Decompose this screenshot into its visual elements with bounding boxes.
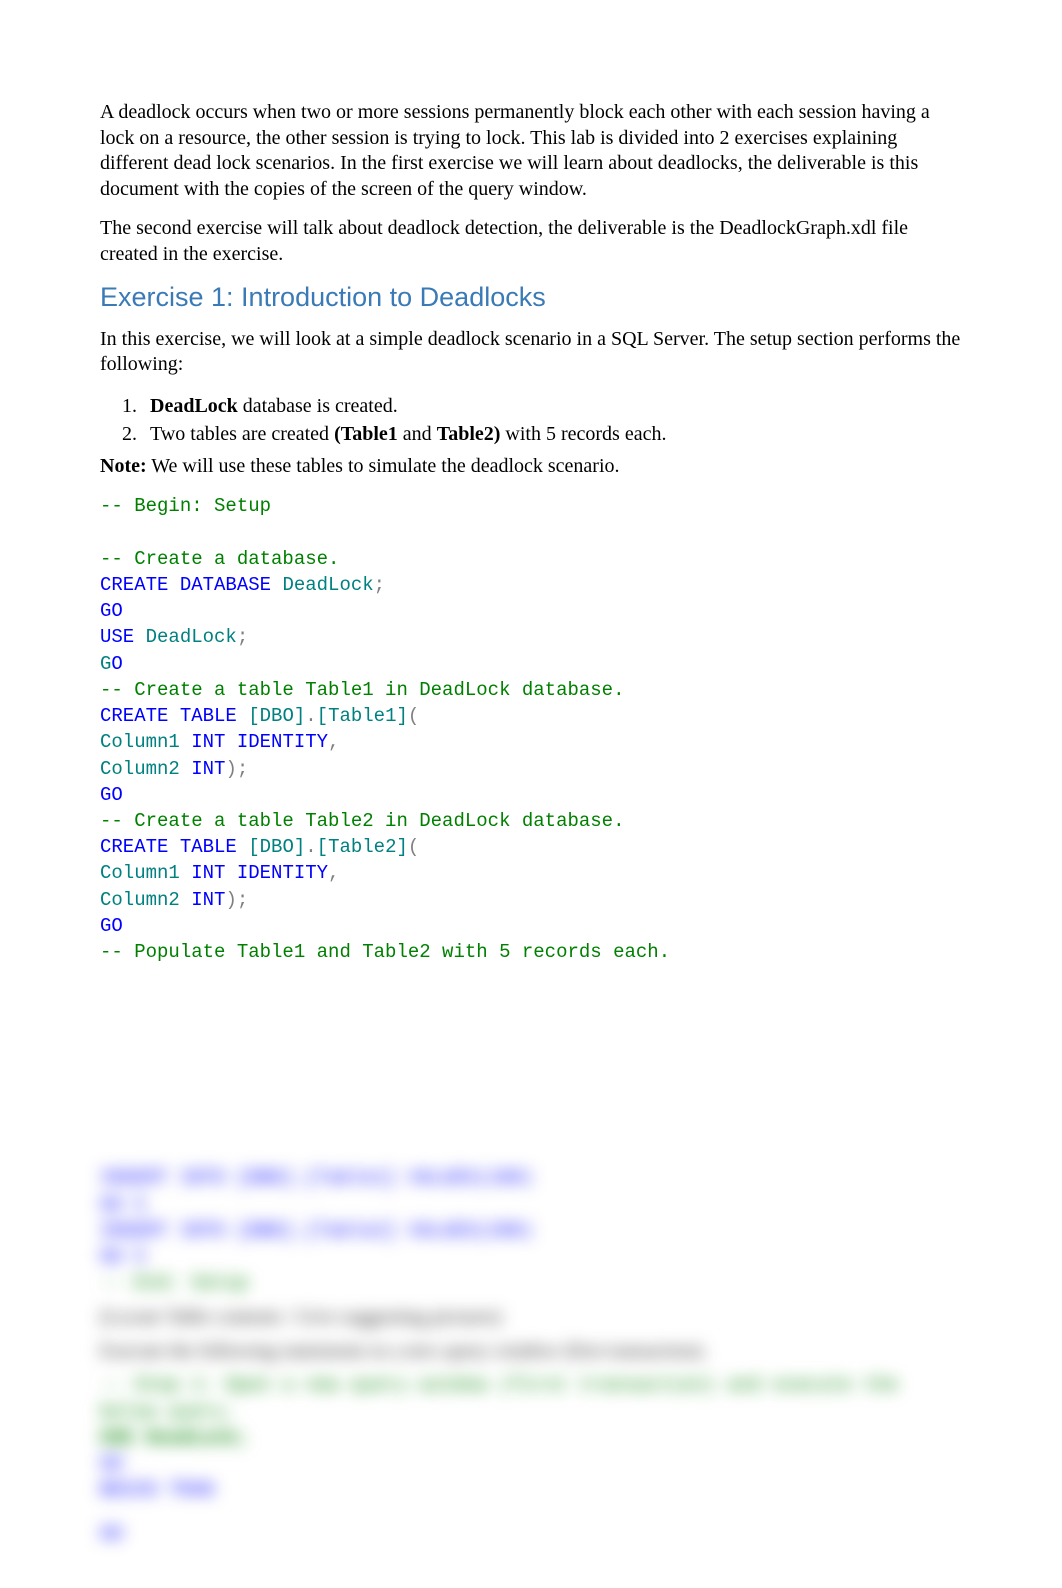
code-keyword: INT <box>191 889 225 911</box>
code-keyword: G <box>100 653 111 675</box>
code-keyword: CREATE <box>100 705 168 727</box>
code-keyword: O <box>111 653 122 675</box>
bold-text: DeadLock <box>150 395 238 417</box>
note-text: We will use these tables to simulate the… <box>147 455 620 477</box>
blurred-paragraph: (Locate Table contents / Give suggesting… <box>100 1304 962 1330</box>
blurred-code-line: -- End: Setup <box>100 1270 962 1296</box>
code-punct: ; <box>374 574 385 596</box>
blurred-code-line: GO 5 <box>100 1244 962 1270</box>
code-keyword: INT <box>191 758 225 780</box>
code-keyword: CREATE <box>100 574 168 596</box>
code-ident: DeadLock <box>271 574 374 596</box>
exercise-1-list: DeadLock database is created. Two tables… <box>142 392 962 448</box>
code-ident: [Table1] <box>317 705 408 727</box>
code-keyword: GO <box>100 600 123 622</box>
bold-text: Table2) <box>437 423 501 445</box>
intro-paragraph-1: A deadlock occurs when two or more sessi… <box>100 100 962 202</box>
blurred-paragraph: Execute the following statements in a ne… <box>100 1338 962 1364</box>
code-ident: Column1 <box>100 862 191 884</box>
code-comment: -- Populate Table1 and Table2 with 5 rec… <box>100 941 670 963</box>
bold-text: (Table1 <box>334 423 398 445</box>
code-punct: ( <box>408 705 419 727</box>
code-comment: -- Begin: Setup <box>100 495 271 517</box>
code-keyword: IDENTITY <box>225 731 328 753</box>
blurred-code-line: GO <box>100 1521 962 1547</box>
code-keyword: TABLE <box>168 705 236 727</box>
code-keyword: GO <box>100 915 123 937</box>
intro-paragraph-2: The second exercise will talk about dead… <box>100 216 962 267</box>
note-line: Note: We will use these tables to simula… <box>100 454 962 480</box>
blurred-preview-region: INSERT INTO [DBO].[Table1] VALUES(100) G… <box>100 1165 962 1547</box>
text: Two tables are created <box>150 423 334 445</box>
code-ident: [DBO] <box>237 705 305 727</box>
code-ident: [Table2] <box>317 836 408 858</box>
text: database is created. <box>238 395 398 417</box>
code-punct: . <box>305 836 316 858</box>
list-item: Two tables are created (Table1 and Table… <box>142 420 962 448</box>
blurred-code-line: GO <box>100 1451 962 1477</box>
code-keyword: TABLE <box>168 836 236 858</box>
code-comment: -- Create a table Table1 in DeadLock dat… <box>100 679 625 701</box>
blurred-code-line: INSERT INTO [DBO].[Table1] VALUES(100) <box>100 1165 962 1191</box>
blurred-code-line: -- Step 1: Open a new query window (firs… <box>100 1372 962 1424</box>
code-keyword: IDENTITY <box>225 862 328 884</box>
blurred-code-line: GO 5 <box>100 1192 962 1218</box>
list-item: DeadLock database is created. <box>142 392 962 420</box>
code-punct: ( <box>408 836 419 858</box>
code-keyword: CREATE <box>100 836 168 858</box>
code-ident: Column1 <box>100 731 191 753</box>
code-comment: -- Create a table Table2 in DeadLock dat… <box>100 810 625 832</box>
code-keyword: INT <box>191 862 225 884</box>
code-punct: ; <box>237 626 248 648</box>
code-ident: DeadLock <box>134 626 237 648</box>
text: with 5 records each. <box>500 423 666 445</box>
blurred-code-line: BEGIN TRAN <box>100 1477 962 1503</box>
code-punct: , <box>328 862 339 884</box>
code-punct: ); <box>225 758 248 780</box>
code-ident: [DBO] <box>237 836 305 858</box>
code-keyword: GO <box>100 784 123 806</box>
code-keyword: INT <box>191 731 225 753</box>
exercise-1-heading: Exercise 1: Introduction to Deadlocks <box>100 282 962 313</box>
code-comment: -- Create a database. <box>100 548 339 570</box>
code-punct: , <box>328 731 339 753</box>
code-ident: Column2 <box>100 758 191 780</box>
code-punct: ); <box>225 889 248 911</box>
code-keyword: DATABASE <box>168 574 271 596</box>
text: and <box>398 423 437 445</box>
exercise-1-intro: In this exercise, we will look at a simp… <box>100 327 962 378</box>
code-punct: . <box>305 705 316 727</box>
sql-code-block: -- Begin: Setup -- Create a database. CR… <box>100 493 962 965</box>
blurred-code-line: INSERT INTO [DBO].[Table2] VALUES(200) <box>100 1218 962 1244</box>
blurred-code-line: USE DeadLock; <box>100 1425 962 1451</box>
note-label: Note: <box>100 455 147 477</box>
code-keyword: USE <box>100 626 134 648</box>
code-ident: Column2 <box>100 889 191 911</box>
